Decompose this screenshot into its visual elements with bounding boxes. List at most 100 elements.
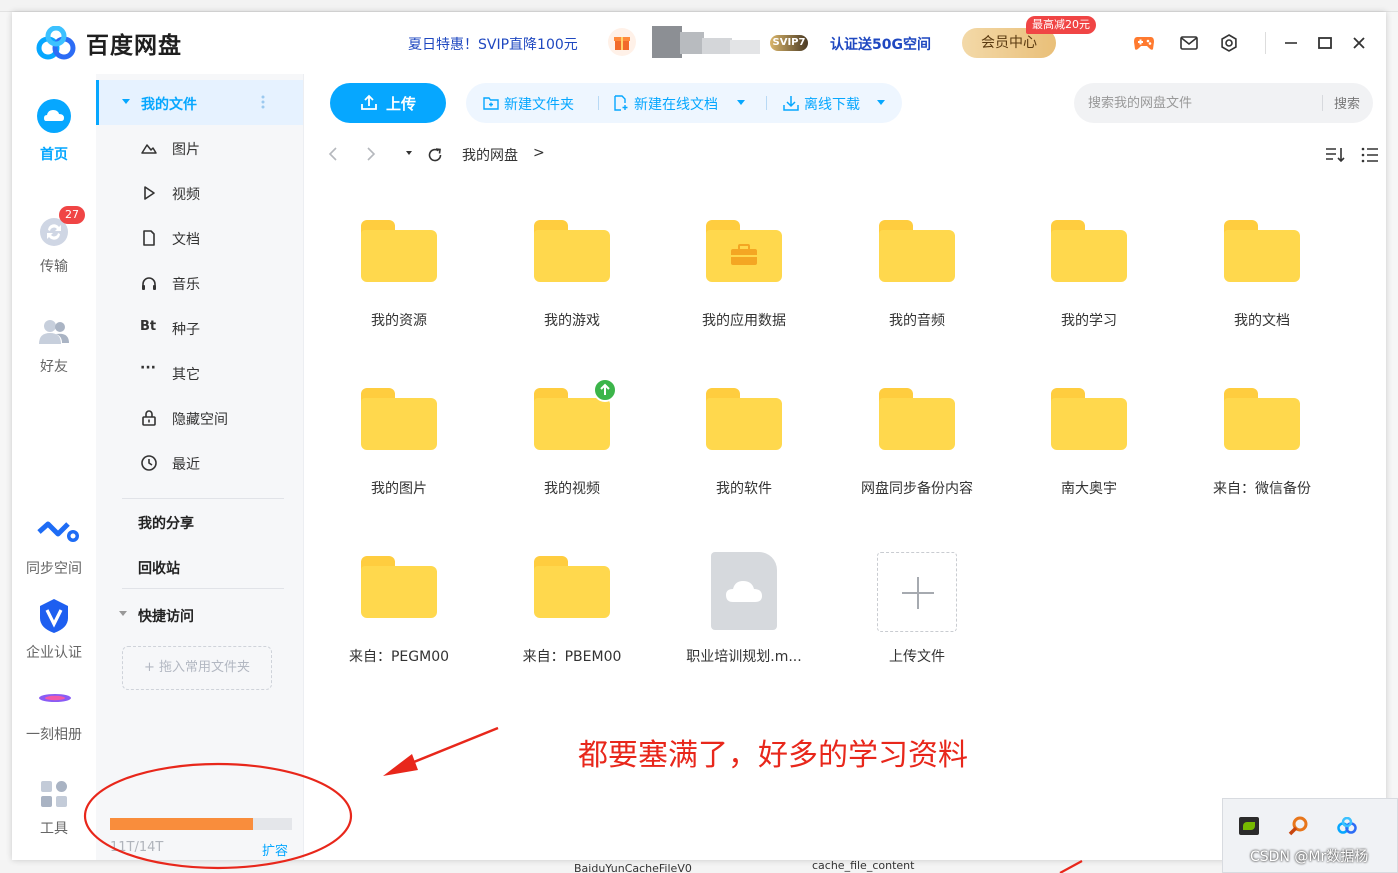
upload-button-label: 上传 [386,95,417,113]
friends-icon [39,320,69,344]
rail-item-tools[interactable]: 工具 [12,776,96,842]
file-name-label: 来自：微信备份 [1213,481,1311,497]
download-icon [783,96,799,111]
rail-label-home: 首页 [40,147,68,163]
folder-item[interactable]: 我的软件 [669,344,819,497]
sidebar-item-my-files[interactable]: 我的文件 [96,80,303,125]
rail-label-friends: 好友 [40,359,68,375]
sidebar-item-torrents[interactable]: Bt 种子 [96,305,303,350]
refresh-icon[interactable] [426,146,444,164]
toolbar-divider [598,96,599,110]
new-folder-button[interactable]: 新建文件夹 [482,94,586,113]
user-avatar-blurred[interactable] [652,26,762,58]
minimize-icon[interactable] [1278,30,1304,56]
quick-access-drop-zone[interactable]: + 拖入常用文件夹 [122,646,272,690]
file-name-label: 我的视频 [544,481,600,497]
game-controller-icon[interactable] [1130,30,1156,56]
sort-icon[interactable] [1324,146,1346,164]
rail-item-sync-space[interactable]: 同步空间 [12,514,96,580]
search-button[interactable]: 搜索 [1334,93,1360,112]
ellipsis-icon: ··· [140,360,156,376]
folder-icon [361,220,437,282]
rail-item-enterprise[interactable]: 企业认证 [12,598,96,664]
folder-item[interactable]: 我的游戏 [497,176,647,329]
more-vertical-icon[interactable] [261,94,265,110]
upload-button[interactable]: 上传 [330,83,446,123]
sidebar-item-others[interactable]: ··· 其它 [96,350,303,395]
breadcrumb-root[interactable]: 我的网盘 [462,145,518,165]
background-left-edge [0,12,12,873]
mail-icon[interactable] [1176,30,1202,56]
enterprise-verify-icon [40,599,68,633]
svip-promo-link[interactable]: 夏日特惠！SVIP直降100元 [408,34,578,54]
back-arrow-icon[interactable] [326,146,340,162]
folder-item[interactable]: 我的音频 [842,176,992,329]
sidebar-item-recent[interactable]: 最近 [96,440,303,485]
search-input[interactable] [1088,93,1308,113]
folder-item[interactable]: 来自：PEGM00 [324,512,474,665]
baidu-netdisk-tray-icon[interactable] [1337,817,1357,835]
new-folder-label: 新建文件夹 [504,97,574,113]
folder-item[interactable]: 我的文档 [1187,176,1337,329]
transfer-count-badge: 27 [59,206,85,224]
sidebar-divider [122,588,284,589]
upload-file-tile[interactable]: 上传文件 [842,512,992,665]
nvidia-icon[interactable] [1239,817,1259,835]
sidebar-item-quick-access[interactable]: 快捷访问 [96,592,303,637]
offline-download-button[interactable]: 离线下载 [782,94,886,113]
sidebar-label-quick-access: 快捷访问 [138,609,194,625]
sidebar-item-recycle-bin[interactable]: 回收站 [96,544,303,589]
folder-item[interactable]: 来自：微信备份 [1187,344,1337,497]
sidebar-label-recent: 最近 [172,457,200,473]
new-online-doc-button[interactable]: 新建在线文档 [612,94,746,113]
sidebar-label-recycle-bin: 回收站 [138,561,180,577]
forward-arrow-icon[interactable] [364,146,378,162]
rail-item-transfer[interactable]: 传输 [12,210,96,280]
file-name-label: 我的软件 [716,481,772,497]
upload-icon [361,94,377,110]
rail-item-album[interactable]: 一刻相册 [12,680,96,746]
csdn-watermark: CSDN @Mr数据杨 [1250,849,1369,865]
folder-item[interactable]: 来自：PBEM00 [497,512,647,665]
rail-item-home[interactable]: 首页 [12,98,96,168]
plus-icon [877,552,957,632]
folder-item[interactable]: 我的视频 [497,344,647,497]
rail-label-album: 一刻相册 [26,727,82,743]
close-icon[interactable] [1346,30,1372,56]
file-name-label: 我的应用数据 [702,313,786,329]
folder-item[interactable]: 我的学习 [1014,176,1164,329]
search-tool-icon[interactable] [1287,815,1309,837]
file-item[interactable]: 职业培训规划.m... [669,512,819,665]
folder-item[interactable]: 南大奥宇 [1014,344,1164,497]
sidebar-item-documents[interactable]: 文档 [96,215,303,260]
file-name-label: 来自：PEGM00 [348,649,450,665]
sidebar-item-videos[interactable]: 视频 [96,170,303,215]
history-dropdown-icon[interactable] [404,150,414,158]
folder-icon [1051,220,1127,282]
folder-item[interactable]: 我的应用数据 [669,176,819,329]
play-icon [144,186,155,200]
sidebar-item-music[interactable]: 音乐 [96,260,303,305]
sidebar-item-my-share[interactable]: 我的分享 [96,499,303,544]
file-name-label: 南大奥宇 [1061,481,1117,497]
breadcrumb-bar: 我的网盘 > [304,132,1386,176]
rail-item-friends[interactable]: 好友 [12,314,96,375]
sidebar-label-others: 其它 [172,367,200,383]
expand-storage-link[interactable]: 扩容 [262,840,288,859]
sidebar-item-hidden-space[interactable]: 隐藏空间 [96,395,303,440]
maximize-icon[interactable] [1312,30,1338,56]
sidebar-item-images[interactable]: 图片 [96,125,303,170]
gift-icon[interactable] [608,28,636,56]
certification-link[interactable]: 认证送50G空间 [830,34,931,54]
file-name-label: 我的学习 [1061,313,1117,329]
folder-item[interactable]: 我的图片 [324,344,474,497]
folder-item[interactable]: 网盘同步备份内容 [842,344,992,497]
file-name-label: 来自：PBEM00 [522,649,622,665]
list-view-icon[interactable] [1360,146,1380,164]
folder-icon [534,556,610,618]
folder-item[interactable]: 我的资源 [324,176,474,329]
breadcrumb-separator: > [533,145,545,161]
settings-icon[interactable] [1216,30,1242,56]
file-name-label: 我的文档 [1234,313,1290,329]
toolbox-icon [731,244,757,265]
